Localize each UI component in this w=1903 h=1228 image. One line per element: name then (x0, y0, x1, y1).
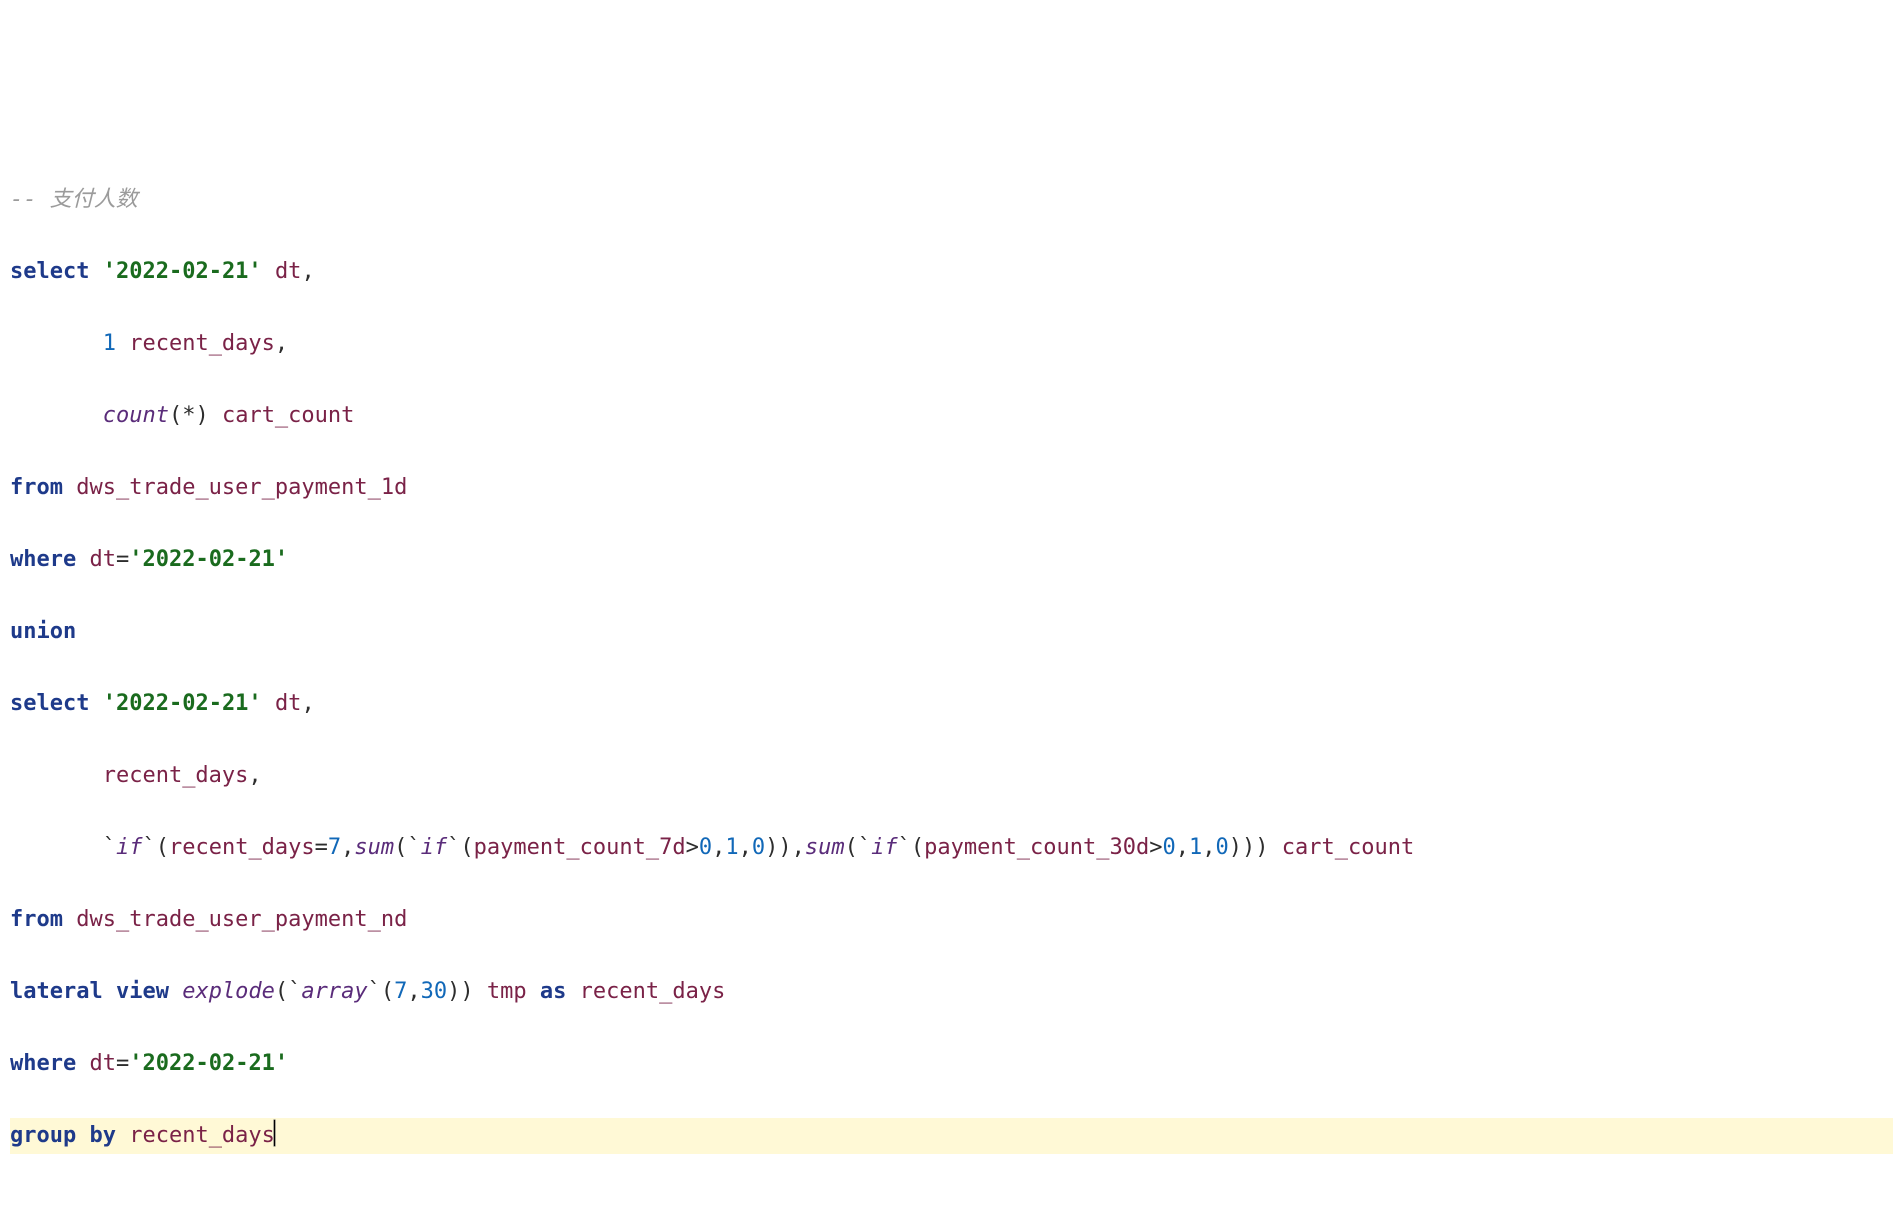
number-literal: 0 (699, 835, 712, 860)
keyword-as: as (540, 979, 567, 1004)
identifier: recent_days (580, 979, 726, 1004)
keyword-where: where (10, 547, 76, 572)
func-if: if (421, 835, 448, 860)
identifier: recent_days (169, 835, 315, 860)
string-literal: '2022-02-21' (103, 259, 262, 284)
number-literal: 0 (1163, 835, 1176, 860)
code-line: recent_days, (10, 758, 1893, 794)
number-literal: 30 (421, 979, 448, 1004)
number-literal: 0 (1216, 835, 1229, 860)
func-explode: explode (182, 979, 275, 1004)
identifier: payment_count_7d (474, 835, 686, 860)
identifier: dt (275, 259, 302, 284)
keyword-where: where (10, 1051, 76, 1076)
keyword-from: from (10, 907, 63, 932)
func-if: if (116, 835, 143, 860)
identifier: cart_count (222, 403, 354, 428)
keyword-view: view (116, 979, 169, 1004)
func-sum: sum (805, 835, 845, 860)
number-literal: 7 (328, 835, 341, 860)
identifier: payment_count_30d (924, 835, 1149, 860)
keyword-union: union (10, 619, 76, 644)
code-line: `if`(recent_days=7,sum(`if`(payment_coun… (10, 830, 1893, 866)
code-line: from dws_trade_user_payment_1d (10, 470, 1893, 506)
code-line: select '2022-02-21' dt, (10, 254, 1893, 290)
code-line: from dws_trade_user_payment_nd (10, 902, 1893, 938)
identifier: dws_trade_user_payment_nd (76, 907, 407, 932)
identifier: recent_days (129, 331, 275, 356)
func-sum: sum (354, 835, 394, 860)
identifier: recent_days (129, 1123, 275, 1148)
string-literal: '2022-02-21' (103, 691, 262, 716)
code-line: where dt='2022-02-21' (10, 1046, 1893, 1082)
func-if: if (871, 835, 898, 860)
identifier: dt (89, 1051, 116, 1076)
identifier: recent_days (103, 763, 249, 788)
code-line-current: group by recent_days (10, 1118, 1893, 1154)
identifier: cart_count (1282, 835, 1414, 860)
func-array: array (301, 979, 367, 1004)
string-literal: '2022-02-21' (129, 1051, 288, 1076)
number-literal: 7 (394, 979, 407, 1004)
keyword-group-by: group by (10, 1123, 116, 1148)
identifier: dt (275, 691, 302, 716)
identifier: dt (89, 547, 116, 572)
code-line: lateral view explode(`array`(7,30)) tmp … (10, 974, 1893, 1010)
keyword-lateral: lateral (10, 979, 103, 1004)
keyword-select: select (10, 691, 89, 716)
keyword-from: from (10, 475, 63, 500)
code-line: union (10, 614, 1893, 650)
func-count: count (103, 403, 169, 428)
identifier: dws_trade_user_payment_1d (76, 475, 407, 500)
number-literal: 1 (103, 331, 116, 356)
text-cursor-icon (274, 1120, 275, 1146)
code-line: select '2022-02-21' dt, (10, 686, 1893, 722)
number-literal: 1 (725, 835, 738, 860)
code-line: count(*) cart_count (10, 398, 1893, 434)
identifier: tmp (487, 979, 527, 1004)
number-literal: 0 (752, 835, 765, 860)
code-line: where dt='2022-02-21' (10, 542, 1893, 578)
comment: -- 支付人数 (10, 187, 138, 212)
number-literal: 1 (1189, 835, 1202, 860)
sql-code-block: -- 支付人数 select '2022-02-21' dt, 1 recent… (10, 146, 1893, 1190)
code-line: -- 支付人数 (10, 182, 1893, 218)
keyword-select: select (10, 259, 89, 284)
code-line: 1 recent_days, (10, 326, 1893, 362)
string-literal: '2022-02-21' (129, 547, 288, 572)
